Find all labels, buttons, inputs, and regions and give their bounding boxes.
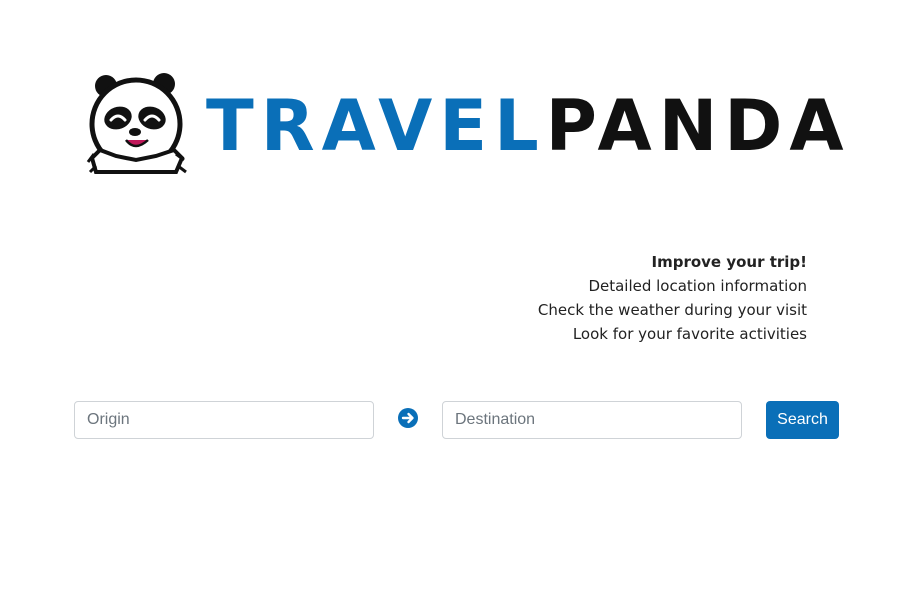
panda-icon — [86, 73, 187, 174]
landing-page: TRAVELPANDA Improve your trip! Detailed … — [0, 0, 908, 610]
tagline: Improve your trip! Detailed location inf… — [538, 250, 807, 346]
brand-wordmark: TRAVELPANDA — [206, 86, 851, 166]
origin-input[interactable] — [74, 401, 374, 439]
travelpanda-logo: TRAVELPANDA — [86, 72, 844, 178]
tagline-headline: Improve your trip! — [651, 253, 808, 271]
tagline-line-location: Detailed location information — [588, 277, 807, 295]
brand-word-panda: PANDA — [545, 85, 851, 167]
tagline-line-weather: Check the weather during your visit — [537, 301, 807, 319]
search-form: Search — [74, 401, 840, 439]
tagline-line-activities: Look for your favorite activities — [572, 325, 807, 343]
brand-word-travel: TRAVEL — [206, 85, 546, 167]
arrow-right-circle-icon — [398, 408, 418, 428]
destination-input[interactable] — [442, 401, 742, 439]
search-button[interactable]: Search — [766, 401, 839, 439]
